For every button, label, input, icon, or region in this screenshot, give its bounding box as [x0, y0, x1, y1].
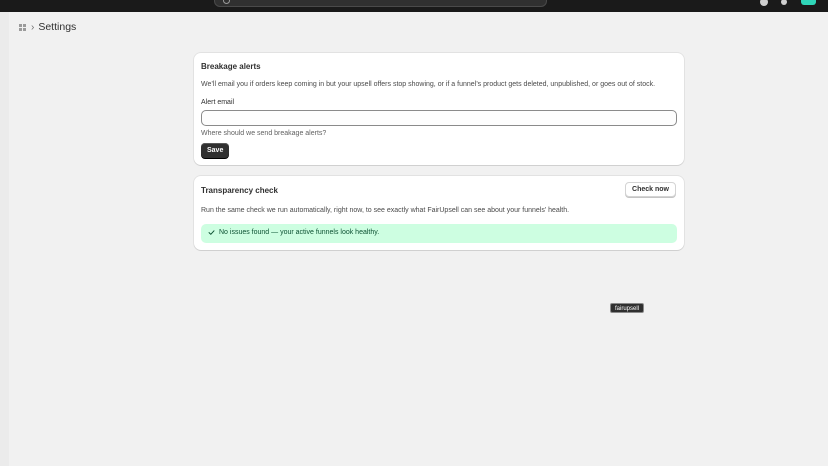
- breadcrumb: › Settings: [19, 21, 76, 34]
- tooltip: fairupsell: [610, 303, 645, 313]
- alert-email-label: Alert email: [201, 99, 235, 106]
- transparency-check-title: Transparency check: [201, 186, 278, 195]
- help-icon[interactable]: [781, 0, 787, 5]
- transparency-check-description: Run the same check we run automatically,…: [201, 207, 570, 214]
- success-banner: No issues found — your active funnels lo…: [201, 224, 677, 243]
- global-search-bar[interactable]: [214, 0, 547, 7]
- checkmark-icon: [208, 230, 215, 235]
- transparency-check-card: Transparency check Check now Run the sam…: [194, 176, 684, 250]
- chevron-right-icon: ›: [31, 21, 35, 33]
- breakage-alerts-description: We’ll email you if orders keep coming in…: [201, 81, 656, 88]
- success-message: No issues found — your active funnels lo…: [219, 229, 380, 236]
- breakage-alerts-title: Breakage alerts: [201, 62, 261, 71]
- search-icon: [223, 0, 230, 4]
- check-now-button[interactable]: Check now: [625, 182, 676, 197]
- breakage-alerts-card: Breakage alerts We’ll email you if order…: [194, 53, 684, 165]
- store-avatar[interactable]: [801, 0, 816, 5]
- app-grid-icon[interactable]: [19, 24, 26, 31]
- bell-icon[interactable]: [760, 0, 768, 6]
- alert-email-help-text: Where should we send breakage alerts?: [201, 130, 327, 137]
- sidebar: [0, 12, 9, 466]
- alert-email-field[interactable]: [201, 110, 677, 126]
- save-button[interactable]: Save: [201, 143, 230, 158]
- page-title: Settings: [38, 21, 77, 33]
- top-bar: [0, 0, 828, 12]
